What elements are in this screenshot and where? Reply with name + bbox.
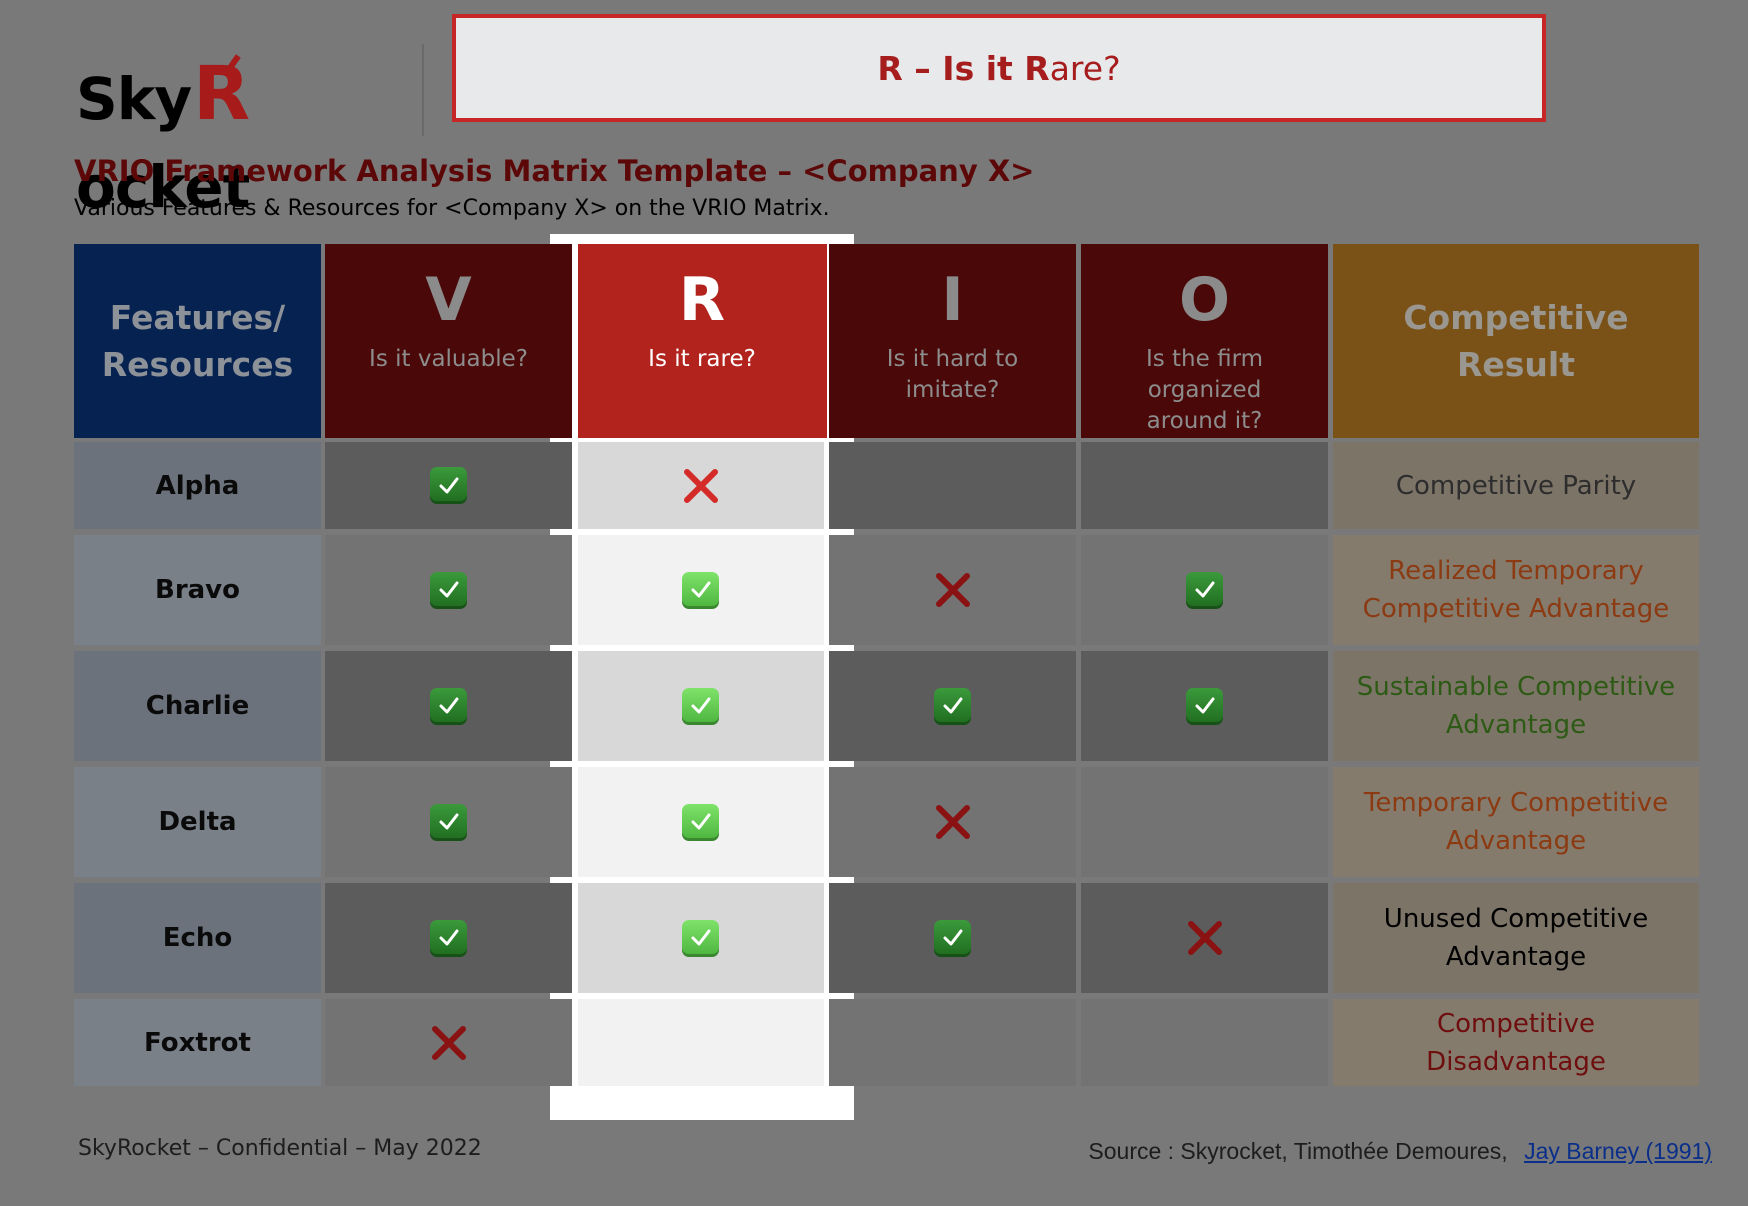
logo-divider [422, 44, 424, 136]
check-icon [682, 803, 719, 841]
section-banner: R – Is it Rare? [452, 14, 1546, 122]
slide: SkyRocket R – Is it Rare? VRIO Framework… [0, 0, 1748, 1206]
features-resources-header-text: Features/Resources [102, 294, 293, 388]
banner-text: R – Is it Rare? [877, 48, 1121, 88]
row-delta-r-cell [577, 767, 824, 877]
row-delta-o-cell [1081, 767, 1328, 877]
row-delta-v-cell [325, 767, 572, 877]
row-echo-result: Unused Competitive Advantage [1333, 883, 1699, 993]
header-r-question: Is it rare? [648, 346, 756, 372]
cross-icon [429, 1023, 469, 1063]
competitive-result-header-line: Competitive [1403, 298, 1629, 337]
page-subtitle: Various Features & Resources for <Compan… [74, 196, 830, 221]
source-link[interactable]: Jay Barney (1991) [1524, 1138, 1712, 1164]
logo-text-r: R [193, 51, 250, 137]
logo-text-sky: Sky [76, 65, 192, 133]
skyrocket-logo: SkyRocket [76, 50, 386, 221]
row-label-echo: Echo [74, 883, 321, 993]
row-echo-i-cell [829, 883, 1076, 993]
row-foxtrot-i-cell [829, 999, 1076, 1086]
check-icon [1186, 687, 1223, 725]
competitive-result-header-line: Result [1456, 345, 1575, 384]
row-echo-v-cell [325, 883, 572, 993]
row-echo-o-cell [1081, 883, 1328, 993]
row-foxtrot-o-cell [1081, 999, 1328, 1086]
check-icon [430, 687, 467, 725]
row-label-delta: Delta [74, 767, 321, 877]
header-r: R Is it rare? [577, 244, 827, 438]
row-alpha-i-cell [829, 442, 1076, 529]
row-foxtrot-r-cell [577, 999, 824, 1086]
row-label-bravo: Bravo [74, 535, 321, 645]
header-v: V Is it valuable? [325, 244, 572, 438]
page-title: VRIO Framework Analysis Matrix Template … [74, 154, 1035, 188]
row-label-charlie: Charlie [74, 651, 321, 761]
header-r-letter: R [678, 265, 726, 335]
row-alpha-o-cell [1081, 442, 1328, 529]
row-bravo-i-cell [829, 535, 1076, 645]
check-icon [430, 919, 467, 957]
footer-confidential: SkyRocket – Confidential – May 2022 [78, 1136, 482, 1161]
check-icon [682, 919, 719, 957]
row-charlie-i-cell [829, 651, 1076, 761]
check-icon [1186, 571, 1223, 609]
row-echo-r-cell [577, 883, 824, 993]
header-i-question: Is it hard to imitate? [886, 346, 1019, 403]
features-resources-header: Features/Resources [74, 244, 321, 438]
footer-source: Source : Skyrocket, Timothée Demoures, J… [1088, 1138, 1712, 1165]
row-alpha-r-cell [577, 442, 824, 529]
header-v-letter: V [425, 265, 472, 335]
row-charlie-v-cell [325, 651, 572, 761]
header-v-question: Is it valuable? [369, 346, 528, 372]
check-icon [934, 919, 971, 957]
check-icon [430, 803, 467, 841]
check-icon [682, 687, 719, 725]
row-foxtrot-v-cell [325, 999, 572, 1086]
rare-column-separator [827, 244, 829, 1090]
row-alpha-v-cell [325, 442, 572, 529]
competitive-result-header: Competitive Result [1333, 244, 1699, 438]
row-foxtrot-result: Competitive Disadvantage [1333, 999, 1699, 1086]
competitive-result-header-text: Competitive Result [1403, 294, 1628, 388]
header-i-letter: I [941, 265, 964, 335]
row-label-foxtrot: Foxtrot [74, 999, 321, 1086]
row-bravo-r-cell [577, 535, 824, 645]
row-delta-i-cell [829, 767, 1076, 877]
row-charlie-r-cell [577, 651, 824, 761]
row-bravo-v-cell [325, 535, 572, 645]
row-charlie-o-cell [1081, 651, 1328, 761]
header-o: O Is the firm organized around it? [1081, 244, 1328, 438]
row-alpha-result: Competitive Parity [1333, 442, 1699, 529]
header-i: I Is it hard to imitate? [829, 244, 1076, 438]
row-bravo-result: Realized Temporary Competitive Advantage [1333, 535, 1699, 645]
header-o-question: Is the firm organized around it? [1145, 346, 1264, 434]
row-charlie-result: Sustainable Competitive Advantage [1333, 651, 1699, 761]
cross-icon [1185, 918, 1225, 958]
check-icon [682, 571, 719, 609]
row-bravo-o-cell [1081, 535, 1328, 645]
header-o-letter: O [1178, 265, 1230, 335]
cross-icon [933, 570, 973, 610]
footer-source-text: Source : Skyrocket, Timothée Demoures, [1088, 1138, 1508, 1164]
check-icon [934, 687, 971, 725]
rare-column-separator [576, 244, 578, 1090]
row-delta-result: Temporary Competitive Advantage [1333, 767, 1699, 877]
check-icon [430, 467, 467, 504]
check-icon [430, 571, 467, 609]
cross-icon [681, 466, 721, 506]
row-label-alpha: Alpha [74, 442, 321, 529]
features-resources-header-line: Resources [101, 345, 294, 384]
features-resources-header-line: Features/ [109, 298, 286, 337]
cross-icon [933, 802, 973, 842]
